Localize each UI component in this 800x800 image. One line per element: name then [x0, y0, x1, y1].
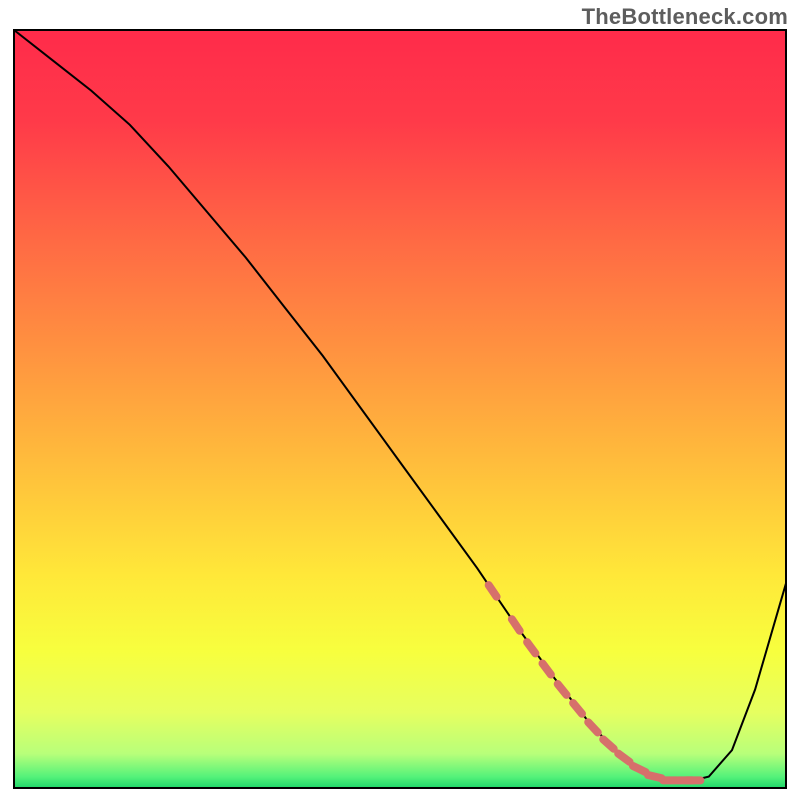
chart-container: TheBottleneck.com [0, 0, 800, 800]
highlight-marker [648, 775, 662, 778]
bottleneck-chart [0, 0, 800, 800]
plot-background [14, 30, 786, 788]
highlight-marker [633, 766, 646, 772]
